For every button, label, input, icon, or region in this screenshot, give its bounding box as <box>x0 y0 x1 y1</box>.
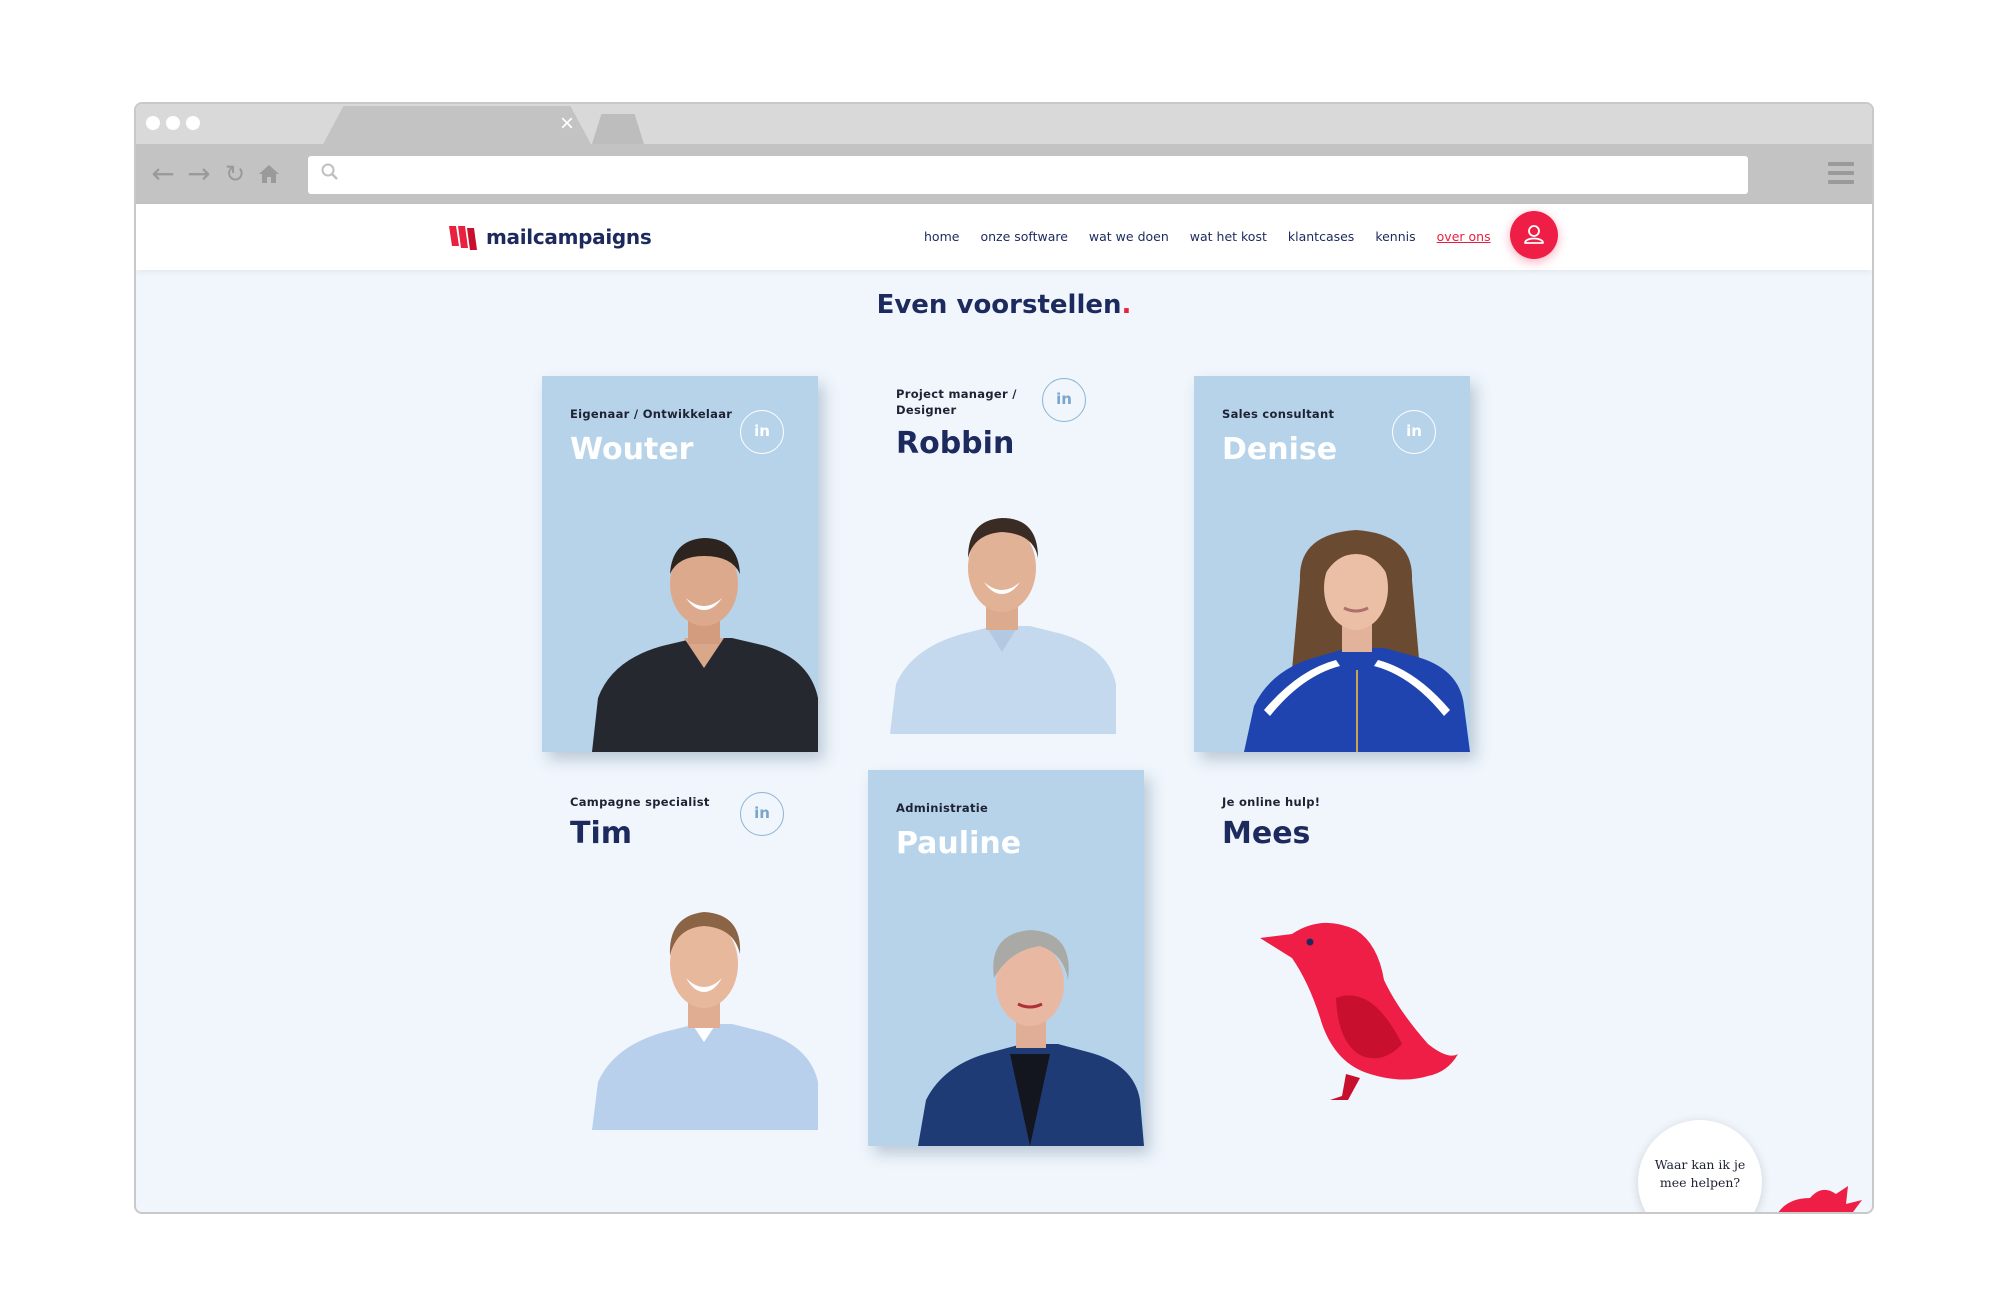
team-card-pauline: Administratie Pauline <box>868 770 1144 1146</box>
account-button[interactable] <box>1510 211 1558 259</box>
team-role: Campagne specialist <box>570 795 710 809</box>
logo-mark-icon <box>449 226 477 250</box>
team-card-denise: Sales consultant Denise in <box>1194 376 1470 752</box>
browser-window: × ← → ↻ mailcampaigns home onze software… <box>134 102 1874 1214</box>
user-icon <box>1524 225 1544 244</box>
portrait-photo <box>1244 530 1470 752</box>
new-tab-button[interactable] <box>592 114 644 144</box>
linkedin-icon[interactable]: in <box>740 792 784 836</box>
hamburger-menu-icon[interactable] <box>1828 162 1854 186</box>
nav-item-wat-we-doen[interactable]: wat we doen <box>1089 226 1169 248</box>
page-title-dot: . <box>1121 290 1132 320</box>
nav-item-wat-het-kost[interactable]: wat het kost <box>1190 226 1267 248</box>
portrait-photo <box>918 930 1144 1146</box>
chat-bubble-line1: Waar kan ik je <box>1654 1157 1746 1172</box>
chat-bird-icon[interactable] <box>1766 1184 1874 1214</box>
site-logo[interactable]: mailcampaigns <box>448 220 652 254</box>
browser-tab[interactable] <box>322 106 592 146</box>
page-title-text: Even voorstellen <box>876 290 1122 320</box>
linkedin-icon[interactable]: in <box>1392 410 1436 454</box>
chat-bubble[interactable]: Waar kan ik je mee helpen? <box>1638 1120 1762 1212</box>
reload-icon[interactable]: ↻ <box>220 159 250 189</box>
nav-item-home[interactable]: home <box>924 226 959 248</box>
team-card-wouter: Eigenaar / Ontwikkelaar Wouter in <box>542 376 818 752</box>
window-close-dot[interactable] <box>146 116 160 130</box>
team-role: Je online hulp! <box>1222 795 1321 809</box>
browser-toolbar: ← → ↻ <box>136 144 1872 204</box>
linkedin-icon[interactable]: in <box>1042 378 1086 422</box>
main-nav: home onze software wat we doen wat het k… <box>924 226 1512 248</box>
portrait-photo <box>592 538 818 752</box>
window-maximize-dot[interactable] <box>186 116 200 130</box>
tab-close-icon[interactable]: × <box>560 110 574 138</box>
portrait-photo <box>890 518 1116 734</box>
team-card-robbin: Project manager / Designer Robbin in <box>868 356 1144 734</box>
team-name: Wouter <box>570 432 694 467</box>
back-arrow-icon[interactable]: ← <box>148 159 178 189</box>
window-minimize-dot[interactable] <box>166 116 180 130</box>
nav-item-kennis[interactable]: kennis <box>1375 226 1415 248</box>
forward-arrow-icon[interactable]: → <box>184 159 214 189</box>
linkedin-icon[interactable]: in <box>740 410 784 454</box>
page-title: Even voorstellen. <box>136 290 1872 320</box>
site-header: mailcampaigns home onze software wat we … <box>136 204 1872 270</box>
bird-mascot-icon <box>1260 922 1458 1100</box>
nav-item-klantcases[interactable]: klantcases <box>1288 226 1354 248</box>
team-card-tim: Campagne specialist Tim in <box>542 764 818 1140</box>
chat-bubble-line2: mee helpen? <box>1659 1175 1741 1190</box>
team-name: Robbin <box>896 426 1015 461</box>
team-name: Pauline <box>896 826 1022 861</box>
team-role: Administratie <box>896 801 989 815</box>
logo-text: mailcampaigns <box>486 225 652 249</box>
home-icon[interactable] <box>254 159 284 189</box>
team-role: Sales consultant <box>1222 407 1335 421</box>
team-name: Tim <box>570 816 633 851</box>
portrait-photo <box>592 912 818 1130</box>
address-bar[interactable] <box>308 156 1748 194</box>
search-icon <box>320 162 344 186</box>
team-name: Denise <box>1222 432 1338 467</box>
nav-item-over-ons[interactable]: over ons <box>1437 226 1491 248</box>
team-name: Mees <box>1222 816 1311 851</box>
team-role: Eigenaar / Ontwikkelaar <box>570 407 733 421</box>
nav-item-onze-software[interactable]: onze software <box>980 226 1067 248</box>
team-card-mees: Je online hulp! Mees <box>1194 764 1470 1140</box>
tab-bar: × <box>136 104 1872 146</box>
